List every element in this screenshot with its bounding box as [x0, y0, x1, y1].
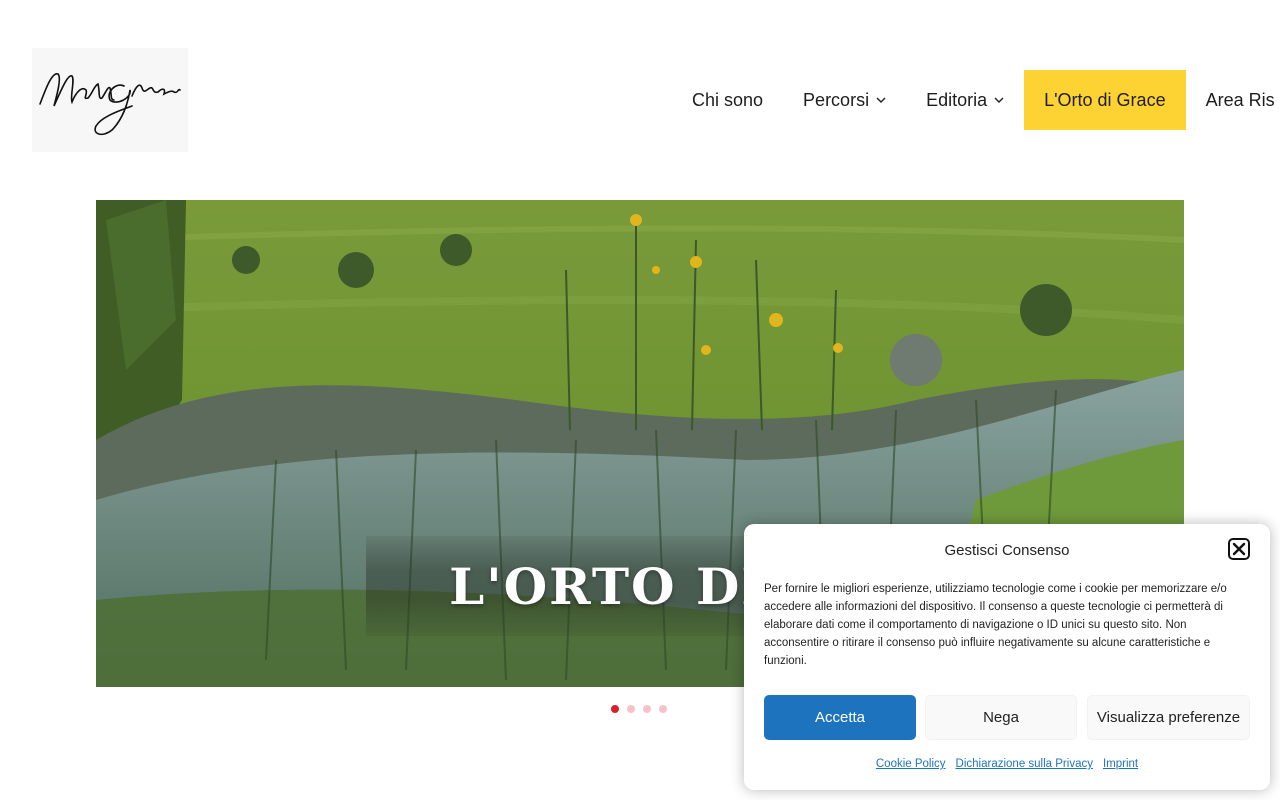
slider-dots	[611, 705, 667, 713]
site-logo[interactable]	[32, 48, 188, 152]
chevron-down-icon	[994, 97, 1004, 103]
deny-button[interactable]: Nega	[925, 695, 1077, 740]
cookie-description: Per fornire le migliori esperienze, util…	[764, 583, 1227, 667]
nav-item-label: Percorsi	[803, 89, 870, 110]
slider-dot[interactable]	[643, 705, 651, 713]
cookie-title: Gestisci Consenso	[944, 542, 1070, 559]
signature-logo-icon	[39, 73, 181, 136]
slider-dot[interactable]	[659, 705, 667, 713]
slider-dot[interactable]	[611, 705, 619, 713]
cookie-links: Cookie Policy Dichiarazione sulla Privac…	[744, 758, 1270, 770]
cookie-consent-dialog: Gestisci Consenso Per fornire le miglior…	[744, 524, 1270, 790]
slider-dot[interactable]	[627, 705, 635, 713]
privacy-statement-link[interactable]: Dichiarazione sulla Privacy	[956, 758, 1093, 770]
nav-item-label: Editoria	[926, 89, 988, 110]
chevron-down-icon	[876, 97, 886, 103]
nav-item-editoria[interactable]: Editoria	[906, 70, 1024, 130]
close-icon[interactable]	[1228, 538, 1250, 560]
view-preferences-button[interactable]: Visualizza preferenze	[1087, 695, 1250, 740]
nav-item-percorsi[interactable]: Percorsi	[783, 70, 906, 130]
nav-item-area-riservata[interactable]: Area Ris	[1186, 70, 1280, 130]
cookie-policy-link[interactable]: Cookie Policy	[876, 758, 946, 770]
nav-item-orto-di-grace[interactable]: L'Orto di Grace	[1024, 70, 1186, 130]
nav-item-label: Chi sono	[692, 89, 764, 110]
imprint-link[interactable]: Imprint	[1103, 758, 1138, 770]
main-nav: Chi sono Percorsi Editoria L'Orto di Gra…	[672, 70, 1280, 130]
accept-button[interactable]: Accetta	[764, 695, 916, 740]
nav-item-chi-sono[interactable]: Chi sono	[672, 70, 783, 130]
nav-item-label: L'Orto di Grace	[1044, 89, 1166, 110]
nav-item-label: Area Ris	[1205, 89, 1275, 110]
